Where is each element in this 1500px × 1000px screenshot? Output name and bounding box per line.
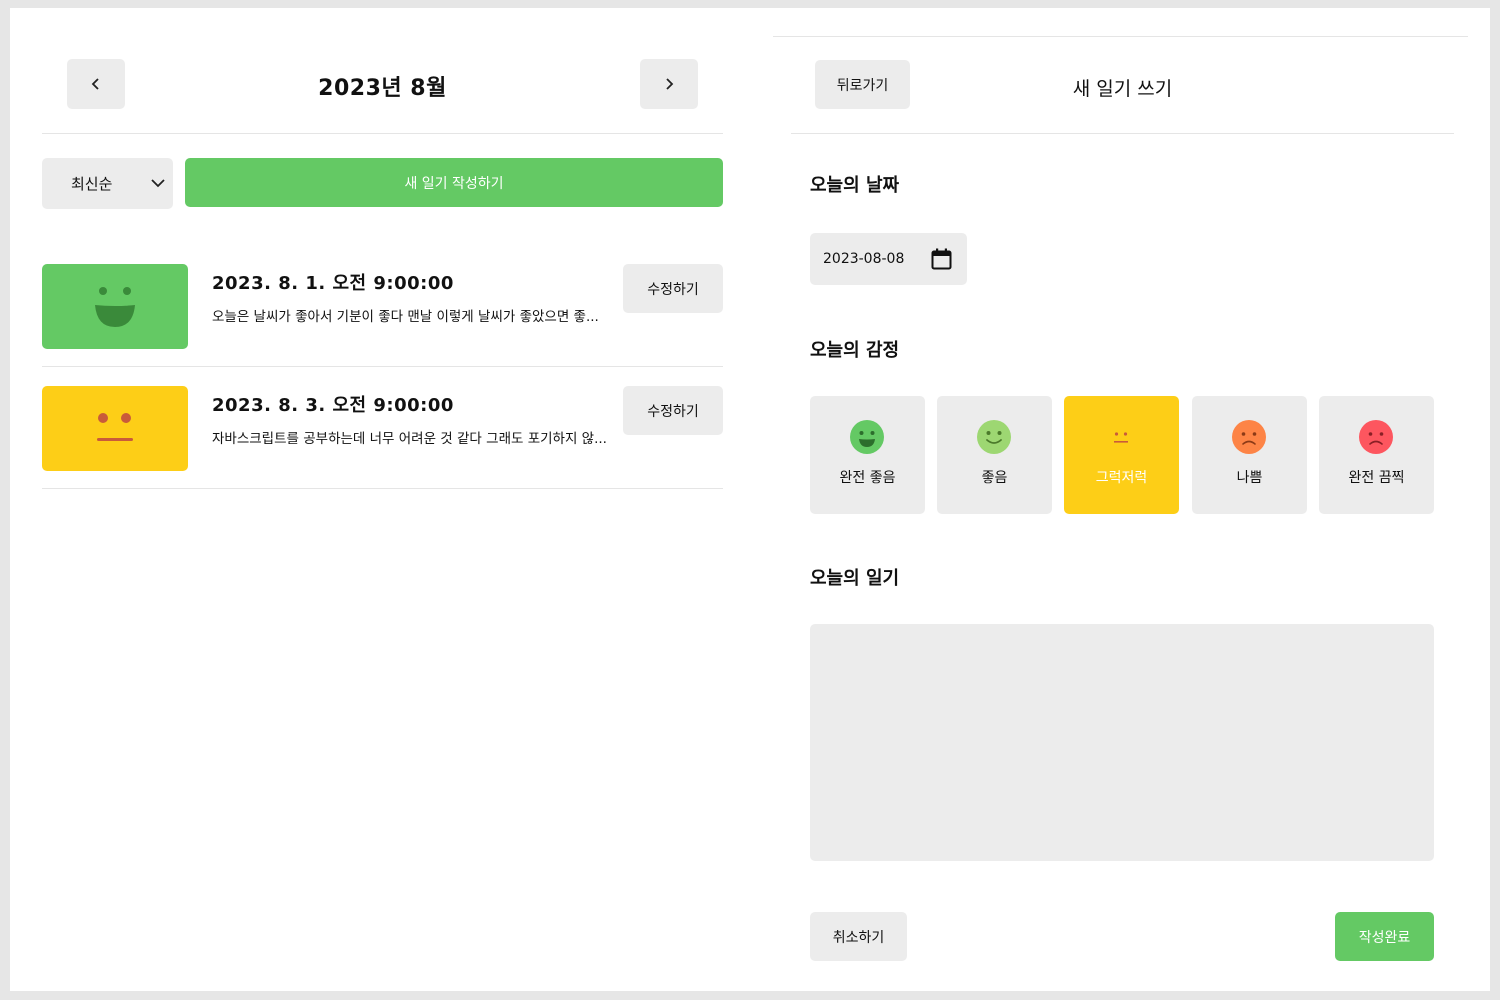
- calendar-icon[interactable]: [931, 248, 952, 270]
- emotion-label: 좋음: [981, 470, 1008, 486]
- sad-face-icon: [1232, 420, 1266, 454]
- month-header: 2023년 8월: [42, 8, 723, 134]
- emotion-label: 완전 좋음: [839, 470, 896, 486]
- entry-content[interactable]: 오늘은 날씨가 좋아서 기분이 좋다 맨날 이렇게 날씨가 좋았으면 좋...: [212, 305, 622, 325]
- very-happy-face-icon: [95, 286, 135, 327]
- emotion-option-good[interactable]: 좋음: [937, 396, 1052, 514]
- date-section-title: 오늘의 날짜: [810, 175, 900, 196]
- emotion-option-very-good[interactable]: 완전 좋음: [810, 396, 925, 514]
- diary-editor-panel: 뒤로가기 새 일기 쓰기 오늘의 날짜 2023-08-08 오늘의 감정 완전…: [773, 8, 1468, 991]
- app-frame: 2023년 8월 최신순 새 일기 작성하기 2023. 8. 1. 오전 9:…: [10, 8, 1490, 991]
- editor-title: 새 일기 쓰기: [1072, 78, 1173, 100]
- chevron-right-icon: [666, 78, 674, 90]
- happy-face-icon: [977, 420, 1011, 454]
- diary-entry: 2023. 8. 3. 오전 9:00:00 자바스크립트를 공부하는데 너무 …: [42, 367, 723, 489]
- sort-select-value: 최신순: [71, 175, 113, 193]
- emotion-section-title: 오늘의 감정: [810, 340, 900, 361]
- edit-button[interactable]: 수정하기: [623, 264, 723, 313]
- chevron-down-icon: [151, 179, 165, 188]
- emotion-thumbnail[interactable]: [42, 264, 188, 349]
- emotion-label: 그럭저럭: [1095, 470, 1148, 486]
- diary-section-title: 오늘의 일기: [810, 568, 900, 589]
- emotion-option-neutral[interactable]: 그럭저럭: [1064, 396, 1179, 514]
- very-sad-face-icon: [1359, 420, 1393, 454]
- emotion-option-bad[interactable]: 나쁨: [1192, 396, 1307, 514]
- diary-list-panel: 2023년 8월 최신순 새 일기 작성하기 2023. 8. 1. 오전 9:…: [42, 8, 723, 991]
- next-month-button[interactable]: [640, 59, 698, 109]
- entry-content[interactable]: 자바스크립트를 공부하는데 너무 어려운 것 같다 그래도 포기하지 않...: [212, 427, 622, 447]
- date-input[interactable]: 2023-08-08: [810, 233, 967, 285]
- month-title: 2023년 8월: [318, 76, 447, 101]
- emotion-label: 나쁨: [1236, 470, 1263, 486]
- submit-button[interactable]: 작성완료: [1335, 912, 1434, 961]
- cancel-button[interactable]: 취소하기: [810, 912, 907, 961]
- date-input-value: 2023-08-08: [823, 251, 905, 267]
- emotion-option-very-bad[interactable]: 완전 끔찍: [1319, 396, 1434, 514]
- very-happy-face-icon: [850, 420, 884, 454]
- editor-header: 뒤로가기 새 일기 쓰기: [791, 37, 1454, 134]
- list-controls: 최신순 새 일기 작성하기: [42, 158, 723, 209]
- new-diary-button[interactable]: 새 일기 작성하기: [185, 158, 723, 207]
- edit-button[interactable]: 수정하기: [623, 386, 723, 435]
- diary-entry: 2023. 8. 1. 오전 9:00:00 오늘은 날씨가 좋아서 기분이 좋…: [42, 245, 723, 367]
- entry-date[interactable]: 2023. 8. 3. 오전 9:00:00: [212, 391, 454, 417]
- sort-select[interactable]: 최신순: [42, 158, 173, 209]
- entry-date[interactable]: 2023. 8. 1. 오전 9:00:00: [212, 269, 454, 295]
- emotion-label: 완전 끔찍: [1348, 470, 1405, 486]
- neutral-face-icon: [97, 412, 133, 441]
- diary-textarea[interactable]: [810, 624, 1434, 861]
- emotion-picker: 완전 좋음 좋음 그럭저럭 나쁨 완전 끔찍: [810, 396, 1434, 514]
- neutral-face-icon: [1114, 432, 1128, 443]
- emotion-thumbnail[interactable]: [42, 386, 188, 471]
